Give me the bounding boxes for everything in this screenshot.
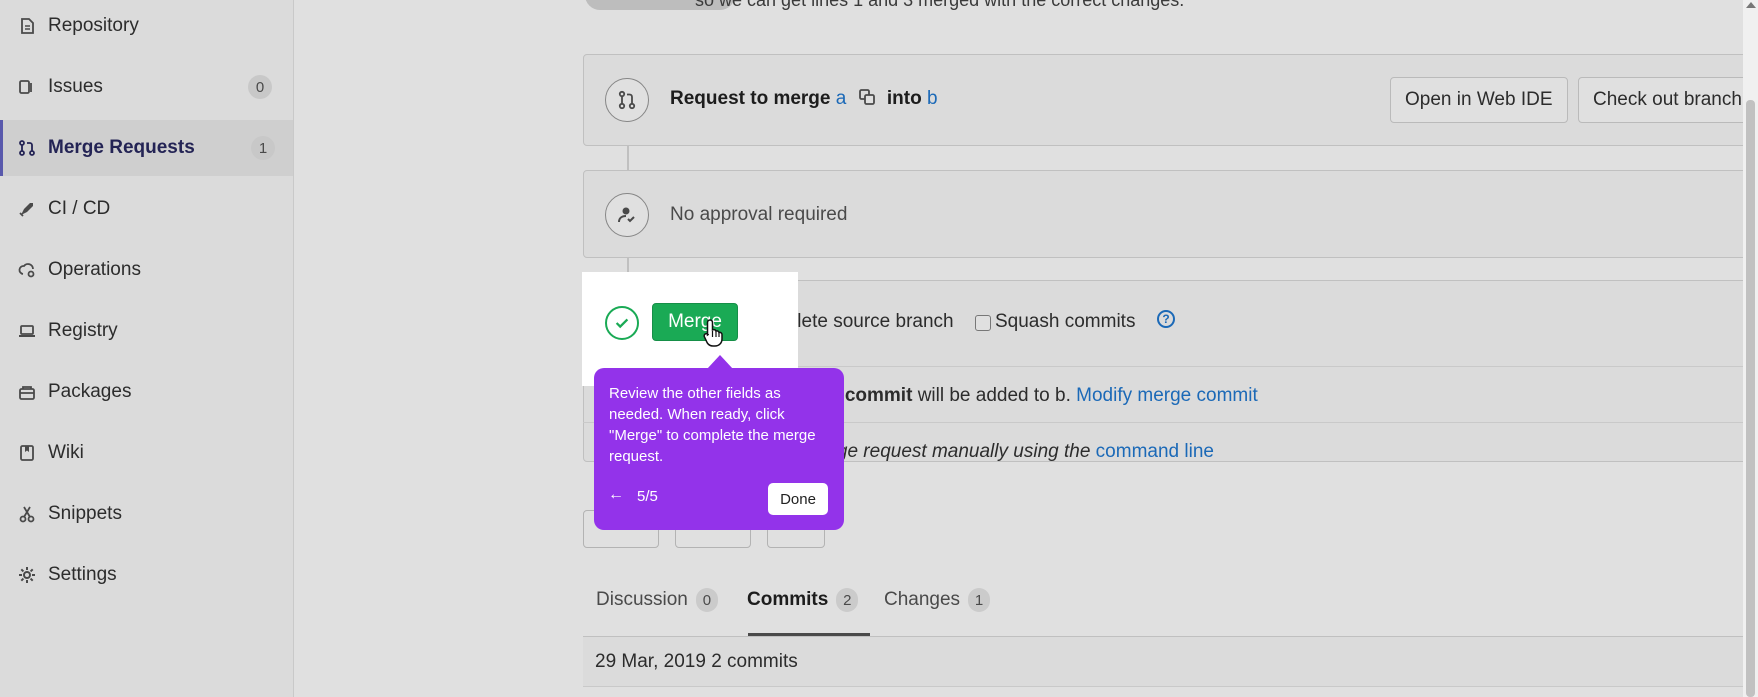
scroll-up-arrow-icon[interactable]: [1746, 2, 1756, 8]
overlay: [0, 0, 1743, 272]
onboarding-tooltip: Review the other fields as needed. When …: [594, 368, 844, 530]
done-button[interactable]: Done: [768, 483, 828, 515]
tooltip-progress: 5/5: [637, 488, 658, 505]
overlay: [0, 386, 1743, 697]
overlay: [798, 272, 1743, 386]
hand-cursor-icon: [703, 319, 723, 347]
overlay: [0, 272, 582, 386]
tooltip-arrow: [707, 355, 733, 369]
tooltip-text: Review the other fields as needed. When …: [609, 385, 816, 465]
scrollbar-thumb[interactable]: [1746, 100, 1755, 697]
check-circle-icon: [605, 306, 639, 340]
back-arrow-icon[interactable]: ←: [608, 486, 624, 504]
scrollbar[interactable]: [1743, 0, 1758, 697]
